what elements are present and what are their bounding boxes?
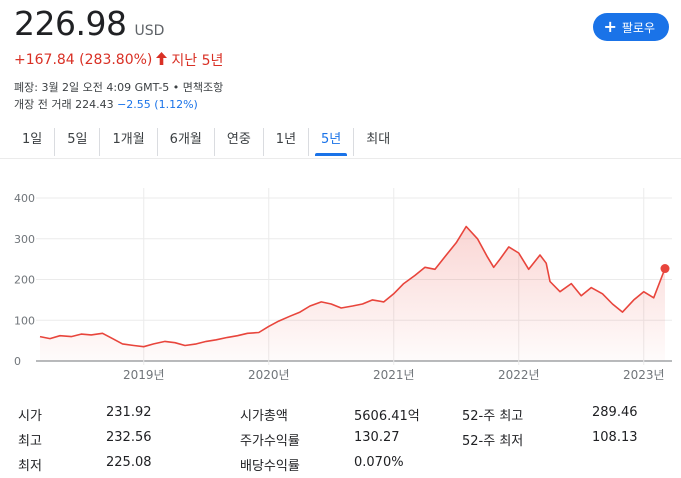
last-point-marker (660, 264, 670, 274)
x-tick-label: 2022년 (498, 368, 540, 382)
stat-value: 130.27 (354, 430, 400, 445)
tab-range[interactable]: 6개월 (158, 128, 215, 156)
price-chart[interactable]: 0 100 200 300 400 2019년 2020년 2021년 2022년 2023년 (0, 180, 681, 390)
premarket-change: −2.55 (1.12%) (117, 98, 198, 111)
x-tick-label: 2021년 (373, 368, 415, 382)
tab-range[interactable]: 1개월 (100, 128, 158, 156)
x-tick-label: 2020년 (248, 368, 290, 382)
x-tick-label: 2019년 (123, 368, 165, 382)
plus-icon: + (603, 17, 617, 36)
currency-label: USD (134, 23, 165, 39)
follow-button[interactable]: + 팔로우 (593, 13, 669, 41)
y-tick-label: 300 (14, 233, 35, 246)
current-price: 226.98 (14, 4, 127, 43)
stat-label: 시가 (18, 409, 42, 424)
stat-value: 0.070% (354, 455, 404, 470)
stat-value: 108.13 (592, 430, 638, 445)
x-tick-label: 2023년 (623, 368, 665, 382)
stat-value: 289.46 (592, 405, 638, 420)
tab-range[interactable]: 1년 (264, 128, 310, 156)
stat-label: 52-주 최저 (462, 434, 524, 449)
tab-range[interactable]: 5일 (55, 128, 101, 156)
stat-label: 최저 (18, 459, 42, 474)
stat-label: 배당수익률 (240, 459, 300, 474)
stat-label: 최고 (18, 434, 42, 449)
series-area (40, 226, 665, 361)
quote-header: 226.98 USD (14, 4, 164, 43)
stat-label: 주가수익률 (240, 434, 300, 449)
stat-value: 225.08 (106, 455, 152, 470)
market-status: 폐장: 3월 2일 오전 4:09 GMT-5 • 면책조항 (14, 81, 224, 94)
premarket-info: 개장 전 거래 224.43 −2.55 (1.12%) (14, 96, 198, 112)
tab-range[interactable]: 5년 (309, 128, 355, 156)
follow-button-label: 팔로우 (621, 20, 655, 35)
tab-range[interactable]: 최대 (354, 128, 402, 156)
range-tabs: 1일 5일 1개월 6개월 연중 1년 5년 최대 (10, 128, 402, 156)
arrow-up-icon (156, 51, 168, 69)
y-tick-label: 0 (14, 355, 21, 368)
price-change: +167.84 (283.80%) 지난 5년 (14, 50, 223, 70)
stat-value: 232.56 (106, 430, 152, 445)
tab-range[interactable]: 연중 (215, 128, 264, 156)
stat-value: 231.92 (106, 405, 152, 420)
stat-label: 시가총액 (240, 409, 288, 424)
divider (0, 158, 681, 159)
y-tick-label: 400 (14, 192, 35, 205)
premarket-label: 개장 전 거래 224.43 (14, 98, 114, 111)
change-value: +167.84 (283.80%) (14, 52, 153, 68)
y-tick-label: 100 (14, 314, 35, 327)
tab-range[interactable]: 1일 (10, 128, 56, 156)
change-period: 지난 5년 (171, 53, 224, 69)
stat-value: 5606.41억 (354, 409, 420, 424)
y-tick-label: 200 (14, 274, 35, 287)
stat-label: 52-주 최고 (462, 409, 524, 424)
